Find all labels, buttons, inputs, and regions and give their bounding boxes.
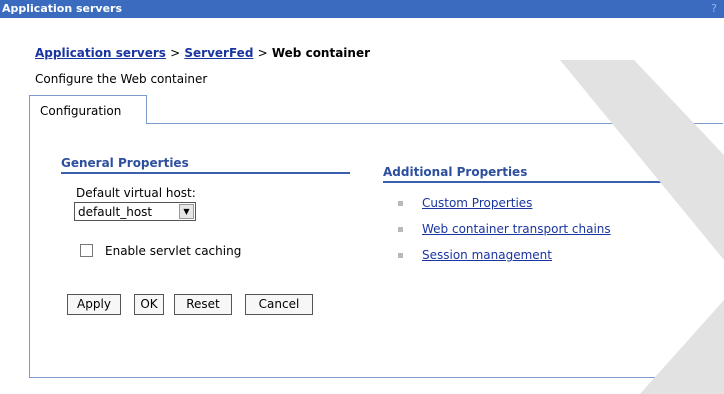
chevron-down-icon[interactable]: ▼: [179, 204, 194, 219]
virtual-host-label: Default virtual host:: [76, 186, 196, 200]
apply-button[interactable]: Apply: [67, 294, 121, 315]
tab-configuration[interactable]: Configuration: [29, 95, 147, 124]
link-web-container-transport-chains[interactable]: Web container transport chains: [422, 222, 611, 236]
breadcrumb-link-serverfed[interactable]: ServerFed: [184, 46, 253, 60]
bullet-icon: [398, 201, 403, 206]
link-session-management[interactable]: Session management: [422, 248, 552, 262]
help-icon[interactable]: ?: [711, 0, 717, 18]
title-bar: Application servers ?: [0, 0, 724, 18]
breadcrumb-separator: >: [170, 46, 181, 60]
window-title: Application servers: [2, 2, 123, 15]
general-properties-heading: General Properties: [61, 156, 350, 174]
additional-properties-heading: Additional Properties: [383, 165, 688, 183]
virtual-host-select[interactable]: default_host ▼: [74, 202, 196, 221]
breadcrumb-link-application-servers[interactable]: Application servers: [35, 46, 166, 60]
breadcrumb: Application servers > ServerFed > Web co…: [35, 46, 370, 60]
servlet-caching-checkbox[interactable]: [80, 244, 93, 257]
ok-button[interactable]: OK: [134, 294, 164, 315]
page-description: Configure the Web container: [35, 72, 208, 86]
link-custom-properties[interactable]: Custom Properties: [422, 196, 532, 210]
bullet-icon: [398, 253, 403, 258]
cancel-button[interactable]: Cancel: [245, 294, 313, 315]
bullet-icon: [398, 227, 403, 232]
servlet-caching-label: Enable servlet caching: [105, 244, 242, 258]
virtual-host-value: default_host: [78, 205, 153, 219]
breadcrumb-separator: >: [257, 46, 268, 60]
breadcrumb-current: Web container: [271, 46, 371, 60]
reset-button[interactable]: Reset: [174, 294, 232, 315]
